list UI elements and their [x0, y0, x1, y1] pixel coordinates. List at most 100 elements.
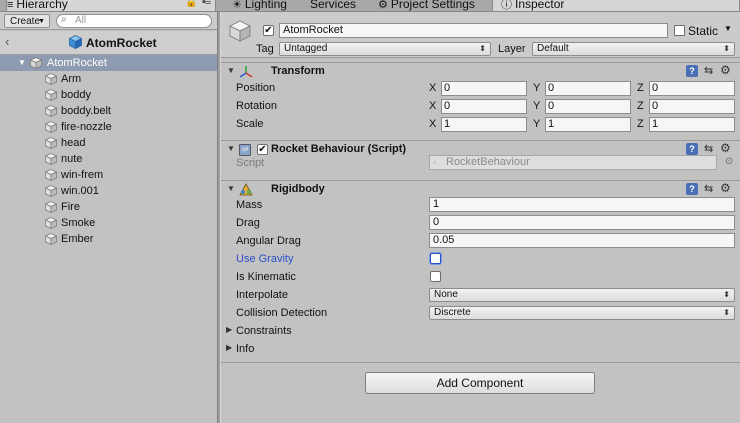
position-y-input[interactable]: 0	[545, 81, 631, 96]
preset-icon[interactable]: ⇆	[704, 142, 713, 155]
interpolate-dropdown[interactable]: None ⬍	[429, 288, 735, 302]
gameobject-cube-icon	[30, 57, 42, 69]
hierarchy-item-root[interactable]: ▼ AtomRocket	[0, 55, 217, 71]
scale-y-input[interactable]: 1	[545, 117, 631, 132]
position-axis-y-label[interactable]: Y	[533, 82, 540, 94]
gameobject-cube-icon	[45, 105, 57, 117]
gear-icon[interactable]: ⚙	[720, 181, 731, 195]
add-component-button[interactable]: Add Component	[365, 372, 595, 394]
prefab-cube-icon	[69, 35, 82, 49]
lock-icon[interactable]: 🔒	[185, 0, 197, 8]
gameobject-cube-icon	[45, 153, 57, 165]
hierarchy-item[interactable]: boddy	[0, 87, 217, 103]
rotation-y-input[interactable]: 0	[545, 99, 631, 114]
collision-detection-value: Discrete	[434, 307, 471, 318]
object-name-input[interactable]: AtomRocket	[279, 23, 668, 38]
components-end-divider	[221, 362, 740, 363]
hierarchy-item[interactable]: Fire	[0, 199, 217, 215]
hierarchy-item[interactable]: Arm	[0, 71, 217, 87]
interpolate-value: None	[434, 289, 458, 300]
tag-value: Untagged	[284, 43, 328, 54]
angular-drag-input[interactable]: 0.05	[429, 233, 735, 248]
active-checkbox[interactable]: ✔	[263, 25, 274, 36]
tab-lighting[interactable]: ☀ Lighting	[232, 0, 287, 12]
fold-arrow-icon[interactable]: ▼	[227, 184, 235, 193]
hierarchy-item[interactable]: nute	[0, 151, 217, 167]
position-axis-x-label[interactable]: X	[429, 82, 436, 94]
scale-axis-z-label[interactable]: Z	[637, 118, 644, 130]
hierarchy-item-label: win.001	[61, 185, 99, 197]
hierarchy-item[interactable]: head	[0, 135, 217, 151]
component-enabled-checkbox[interactable]: ✔	[257, 144, 268, 155]
create-button[interactable]: Create ▼	[4, 14, 50, 28]
position-axis-z-label[interactable]: Z	[637, 82, 644, 94]
gear-icon[interactable]: ⚙	[720, 63, 731, 77]
fold-arrow-icon[interactable]: ▼	[227, 66, 235, 75]
collision-detection-dropdown[interactable]: Discrete ⬍	[429, 306, 735, 320]
tab-inspector[interactable]: ⓘ Inspector	[492, 0, 740, 12]
rocket-behaviour-title: Rocket Behaviour (Script)	[271, 143, 407, 155]
use-gravity-checkbox[interactable]	[430, 253, 441, 264]
help-icon[interactable]: ?	[686, 143, 698, 155]
rotation-axis-z-label[interactable]: Z	[637, 100, 644, 112]
rigidbody-header-icons: ? ⇆ ⚙	[686, 181, 736, 196]
hierarchy-item[interactable]: fire-nozzle	[0, 119, 217, 135]
transform-header[interactable]: ▼ Transform ? ⇆ ⚙	[221, 62, 740, 80]
drag-input[interactable]: 0	[429, 215, 735, 230]
object-picker-icon[interactable]: ⊙	[725, 156, 733, 167]
is-kinematic-checkbox[interactable]	[430, 271, 441, 282]
gameobject-cube-icon[interactable]	[229, 20, 251, 42]
back-chevron-icon[interactable]: ‹	[5, 34, 9, 49]
scale-axis-y-label[interactable]: Y	[533, 118, 540, 130]
rotation-x-input[interactable]: 0	[441, 99, 527, 114]
scale-axis-x-label[interactable]: X	[429, 118, 436, 130]
tab-services[interactable]: Services	[310, 0, 356, 12]
scale-z-input[interactable]: 1	[649, 117, 735, 132]
gear-icon[interactable]: ⚙	[720, 141, 731, 155]
hierarchy-item[interactable]: Smoke	[0, 215, 217, 231]
preset-icon[interactable]: ⇆	[704, 64, 713, 77]
hierarchy-search-input[interactable]: ⌕ All	[56, 14, 212, 28]
scale-x-input[interactable]: 1	[441, 117, 527, 132]
tag-label: Tag	[256, 43, 274, 55]
fold-arrow-icon[interactable]: ▼	[227, 144, 235, 153]
object-header: ✔ AtomRocket Static ▼ Tag Untagged ⬍ Laye…	[221, 12, 740, 58]
search-placeholder: All	[75, 15, 87, 26]
static-dropdown-arrow-icon[interactable]: ▼	[724, 24, 732, 33]
tab-services-label: Services	[310, 0, 357, 11]
help-icon[interactable]: ?	[686, 183, 698, 195]
rotation-axis-x-label[interactable]: X	[429, 100, 436, 112]
constraints-label[interactable]: Constraints	[236, 325, 292, 337]
inspector-panel: ✔ AtomRocket Static ▼ Tag Untagged ⬍ Laye…	[221, 12, 740, 423]
rotation-axis-y-label[interactable]: Y	[533, 100, 540, 112]
help-icon[interactable]: ?	[686, 65, 698, 77]
rigidbody-header[interactable]: ▼ Rigidbody ? ⇆ ⚙	[221, 180, 740, 198]
layer-dropdown[interactable]: Default ⬍	[532, 42, 735, 56]
script-field: ▫ RocketBehaviour	[429, 155, 717, 170]
tag-dropdown[interactable]: Untagged ⬍	[279, 42, 491, 56]
hierarchy-item[interactable]: Ember	[0, 231, 217, 247]
rotation-z-input[interactable]: 0	[649, 99, 735, 114]
tab-project-settings[interactable]: ⚙ Project Settings	[378, 0, 475, 12]
transform-title: Transform	[271, 65, 325, 77]
mass-input[interactable]: 1	[429, 197, 735, 212]
dropdown-arrow-icon: ⬍	[479, 44, 486, 53]
fold-arrow-icon[interactable]: ▼	[18, 55, 26, 71]
static-checkbox[interactable]	[674, 25, 685, 36]
hierarchy-item[interactable]: win.001	[0, 183, 217, 199]
info-fold-icon[interactable]: ▶	[226, 343, 232, 352]
transform-header-icons: ? ⇆ ⚙	[686, 63, 736, 78]
info-label[interactable]: Info	[236, 343, 254, 355]
script-value: RocketBehaviour	[446, 156, 530, 168]
scene-title: AtomRocket	[86, 36, 157, 50]
dropdown-arrow-icon: ▼	[38, 18, 45, 25]
hierarchy-item[interactable]: win-frem	[0, 167, 217, 183]
constraints-fold-icon[interactable]: ▶	[226, 325, 232, 334]
position-x-input[interactable]: 0	[441, 81, 527, 96]
tab-menu-icon[interactable]: ▪≡	[202, 0, 211, 8]
use-gravity-label: Use Gravity	[236, 253, 294, 265]
position-label: Position	[236, 82, 276, 94]
hierarchy-item[interactable]: boddy.belt	[0, 103, 217, 119]
preset-icon[interactable]: ⇆	[704, 182, 713, 195]
position-z-input[interactable]: 0	[649, 81, 735, 96]
